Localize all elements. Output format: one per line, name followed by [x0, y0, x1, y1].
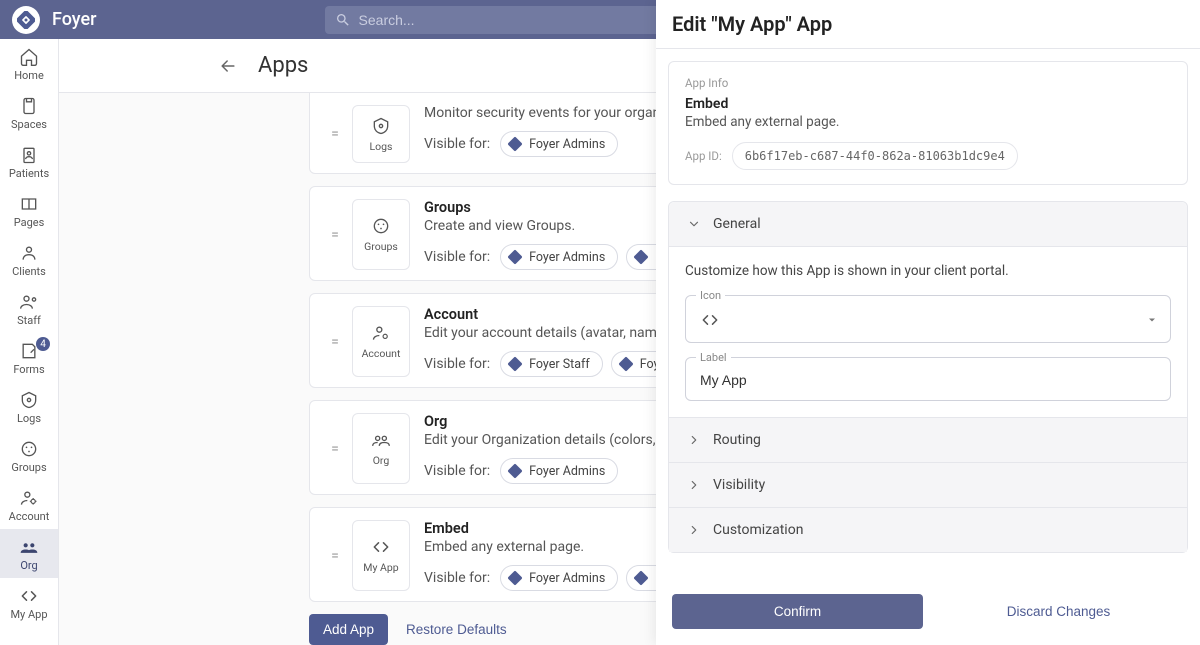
label-field-label: Label	[696, 351, 731, 364]
app-info-name: Embed	[685, 96, 1171, 112]
diamond-icon	[507, 463, 523, 479]
visibility-chip[interactable]: Foyer Staff	[500, 351, 603, 377]
add-app-button[interactable]: Add App	[309, 614, 388, 645]
spaces-icon	[19, 96, 39, 116]
label-input[interactable]	[700, 372, 1158, 388]
visible-for-label: Visible for:	[424, 249, 490, 265]
visible-for-label: Visible for:	[424, 463, 490, 479]
routing-header[interactable]: Routing	[669, 418, 1187, 462]
app-info-label: App Info	[685, 76, 1171, 90]
sidebar-item-clients[interactable]: Clients	[0, 235, 58, 284]
arrow-left-icon	[218, 56, 238, 76]
diamond-icon	[618, 356, 634, 372]
logs-icon	[371, 116, 391, 136]
drag-handle-icon[interactable]: =	[318, 105, 352, 163]
edit-app-drawer: Edit "My App" App App Info Embed Embed a…	[656, 0, 1200, 645]
pages-icon	[19, 194, 39, 214]
diamond-icon	[17, 11, 35, 29]
code-icon	[700, 310, 720, 330]
sidebar-item-home[interactable]: Home	[0, 39, 58, 88]
icon-field[interactable]: Icon	[685, 295, 1171, 343]
confirm-button[interactable]: Confirm	[672, 594, 923, 629]
account-icon	[19, 488, 39, 508]
app-icon-box: Groups	[352, 199, 410, 270]
logs-icon	[19, 390, 39, 410]
visibility-header[interactable]: Visibility	[669, 462, 1187, 507]
brand-logo	[12, 6, 40, 34]
icon-field-label: Icon	[696, 289, 725, 302]
app-info-card: App Info Embed Embed any external page. …	[668, 61, 1188, 185]
sidebar-item-pages[interactable]: Pages	[0, 186, 58, 235]
org-icon	[371, 430, 391, 450]
home-icon	[19, 47, 39, 67]
general-section: General Customize how this App is shown …	[668, 201, 1188, 553]
app-icon-box: Account	[352, 306, 410, 377]
diamond-icon	[507, 570, 523, 586]
chevron-right-icon	[685, 478, 703, 492]
dropdown-caret-icon	[1146, 314, 1158, 326]
diamond-icon	[507, 249, 523, 265]
restore-defaults-button[interactable]: Restore Defaults	[406, 622, 507, 637]
sidebar-item-myapp[interactable]: My App	[0, 578, 58, 627]
visibility-chip[interactable]: Foyer Admins	[500, 565, 618, 591]
groups-icon	[19, 439, 39, 459]
sidebar-item-org[interactable]: Org	[0, 529, 58, 578]
diamond-icon	[633, 249, 649, 265]
drag-handle-icon[interactable]: =	[318, 413, 352, 484]
general-header[interactable]: General	[669, 202, 1187, 247]
drag-handle-icon[interactable]: =	[318, 306, 352, 377]
drawer-footer: Confirm Discard Changes	[656, 582, 1200, 645]
code-icon	[371, 537, 391, 557]
clients-icon	[19, 243, 39, 263]
code-icon	[19, 586, 39, 606]
groups-icon	[371, 216, 391, 236]
sidebar: Home Spaces Patients Pages Clients Staff…	[0, 39, 59, 645]
patients-icon	[19, 145, 39, 165]
chevron-down-icon	[685, 217, 703, 231]
drawer-header: Edit "My App" App	[656, 0, 1200, 49]
app-icon-box: Org	[352, 413, 410, 484]
drawer-title: Edit "My App" App	[672, 12, 1180, 36]
diamond-icon	[507, 136, 523, 152]
drag-handle-icon[interactable]: =	[318, 520, 352, 591]
visible-for-label: Visible for:	[424, 136, 490, 152]
sidebar-item-patients[interactable]: Patients	[0, 137, 58, 186]
app-icon-box: My App	[352, 520, 410, 591]
appid-label: App ID:	[685, 149, 722, 163]
drag-handle-icon[interactable]: =	[318, 199, 352, 270]
sidebar-item-logs[interactable]: Logs	[0, 382, 58, 431]
back-button[interactable]	[214, 52, 242, 80]
appid-value[interactable]: 6b6f17eb-c687-44f0-862a-81063b1dc9e4	[732, 142, 1018, 170]
visible-for-label: Visible for:	[424, 356, 490, 372]
search-icon	[335, 12, 351, 28]
chevron-right-icon	[685, 523, 703, 537]
staff-icon	[19, 292, 39, 312]
sidebar-item-staff[interactable]: Staff	[0, 284, 58, 333]
visibility-chip[interactable]: Foyer Admins	[500, 131, 618, 157]
app-info-desc: Embed any external page.	[685, 114, 1171, 130]
label-field[interactable]: Label	[685, 357, 1171, 401]
diamond-icon	[507, 356, 523, 372]
sidebar-item-account[interactable]: Account	[0, 480, 58, 529]
app-icon-box: Logs	[352, 105, 410, 163]
discard-changes-button[interactable]: Discard Changes	[933, 594, 1184, 629]
org-icon	[19, 537, 39, 557]
visibility-chip[interactable]: Foyer Admins	[500, 458, 618, 484]
account-icon	[371, 323, 391, 343]
forms-badge: 4	[36, 337, 50, 351]
page-title: Apps	[258, 53, 308, 78]
sidebar-item-forms[interactable]: Forms 4	[0, 333, 58, 382]
brand-name: Foyer	[52, 9, 97, 30]
sidebar-item-spaces[interactable]: Spaces	[0, 88, 58, 137]
diamond-icon	[633, 570, 649, 586]
general-description: Customize how this App is shown in your …	[685, 263, 1171, 279]
visibility-chip[interactable]: Foyer Admins	[500, 244, 618, 270]
sidebar-item-groups[interactable]: Groups	[0, 431, 58, 480]
customization-header[interactable]: Customization	[669, 507, 1187, 552]
chevron-right-icon	[685, 433, 703, 447]
visible-for-label: Visible for:	[424, 570, 490, 586]
